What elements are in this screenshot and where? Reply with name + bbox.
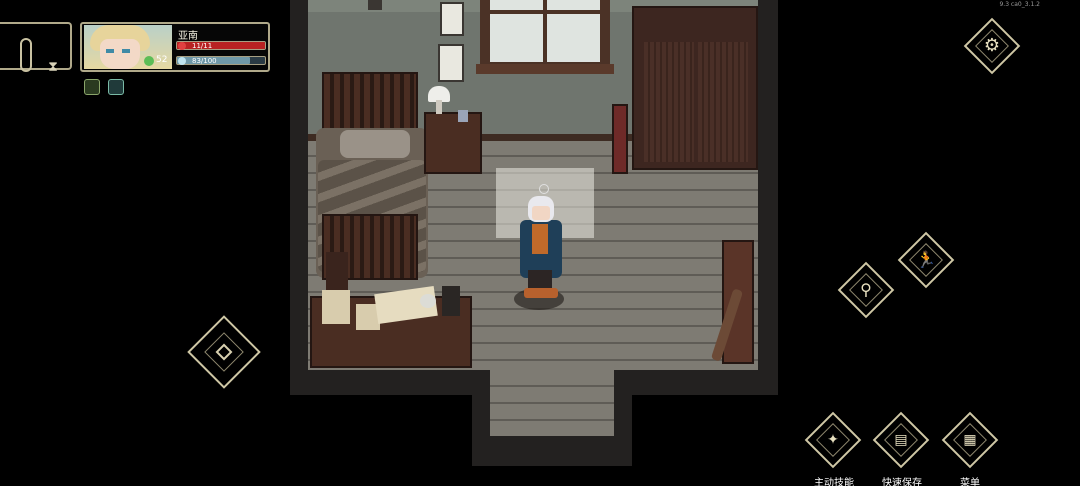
portrait-face bbox=[100, 39, 140, 69]
running-man-icon: 🏃 bbox=[916, 250, 936, 269]
wall-hook bbox=[368, 0, 382, 10]
window-sill bbox=[476, 64, 614, 74]
bed-pillow bbox=[340, 130, 410, 158]
portrait-eye bbox=[122, 49, 130, 53]
lamp-base bbox=[436, 100, 442, 114]
version-label: 9.3 ca0_3.1.2 bbox=[999, 1, 1040, 8]
active-skill-label: 主动技能 bbox=[814, 478, 854, 486]
mind-icon bbox=[178, 57, 186, 65]
hourglass-icon[interactable]: ⧗ bbox=[46, 58, 60, 76]
buff-icon-2[interactable] bbox=[108, 79, 124, 95]
character-boots bbox=[524, 288, 558, 298]
buff-icon-1[interactable] bbox=[84, 79, 100, 95]
book-icon: ▦ bbox=[963, 432, 977, 448]
wall-paper-note[interactable] bbox=[438, 44, 464, 82]
menu-label: 菜单 bbox=[960, 478, 980, 486]
wall-paper-note[interactable] bbox=[440, 2, 464, 36]
paperclip-icon[interactable] bbox=[20, 38, 32, 72]
inventory-quick-box[interactable]: ⧗ bbox=[0, 22, 72, 75]
window-bar bbox=[490, 10, 600, 14]
gear-icon: ⚙ bbox=[983, 35, 1001, 56]
quick-save-button[interactable]: ▤ bbox=[872, 411, 930, 469]
hp-bar-fill bbox=[177, 42, 265, 49]
character-level: 52 bbox=[156, 55, 168, 65]
character-ahoge bbox=[539, 184, 549, 194]
tall-book[interactable] bbox=[612, 104, 628, 174]
corridor-floor bbox=[490, 370, 614, 436]
wardrobe-door bbox=[644, 42, 694, 162]
paper-stack[interactable] bbox=[322, 290, 350, 324]
character-name: 亚南 bbox=[178, 31, 198, 42]
magnifier-icon: ⚲ bbox=[860, 280, 872, 299]
joystick-button[interactable] bbox=[187, 315, 261, 389]
settings-button[interactable]: ⚙ bbox=[963, 17, 1021, 75]
menu-button[interactable]: ▦ bbox=[941, 411, 999, 469]
hp-text: 11/11 bbox=[192, 42, 213, 50]
heart-icon bbox=[178, 42, 186, 50]
clover-icon bbox=[144, 56, 154, 66]
character-face bbox=[532, 206, 550, 220]
wardrobe-door bbox=[698, 42, 748, 162]
mp-text: 83/100 bbox=[192, 57, 217, 65]
quick-save-label: 快速保存 bbox=[882, 478, 922, 486]
photo-frame[interactable] bbox=[458, 110, 468, 122]
corridor-bottom-wall bbox=[472, 436, 632, 466]
teacup[interactable] bbox=[420, 294, 436, 308]
wardrobe[interactable] bbox=[632, 6, 758, 170]
search-button[interactable]: ⚲ bbox=[837, 261, 895, 319]
save-icon: ▤ bbox=[894, 432, 908, 448]
nightstand[interactable] bbox=[424, 112, 482, 174]
portrait-eye bbox=[106, 49, 114, 53]
character-legs bbox=[528, 270, 552, 290]
active-skill-button[interactable]: ✦ bbox=[804, 411, 862, 469]
character-vest bbox=[532, 224, 548, 254]
desk-camera[interactable] bbox=[442, 286, 460, 316]
skill-icon: ✦ bbox=[827, 432, 839, 448]
game-screen: ⧗ 52 亚南 11/11 83/100 9.3 ca0_3.1.2 ⚙ ⚲ 🏃 bbox=[0, 0, 1080, 486]
run-button[interactable]: 🏃 bbox=[897, 231, 955, 289]
